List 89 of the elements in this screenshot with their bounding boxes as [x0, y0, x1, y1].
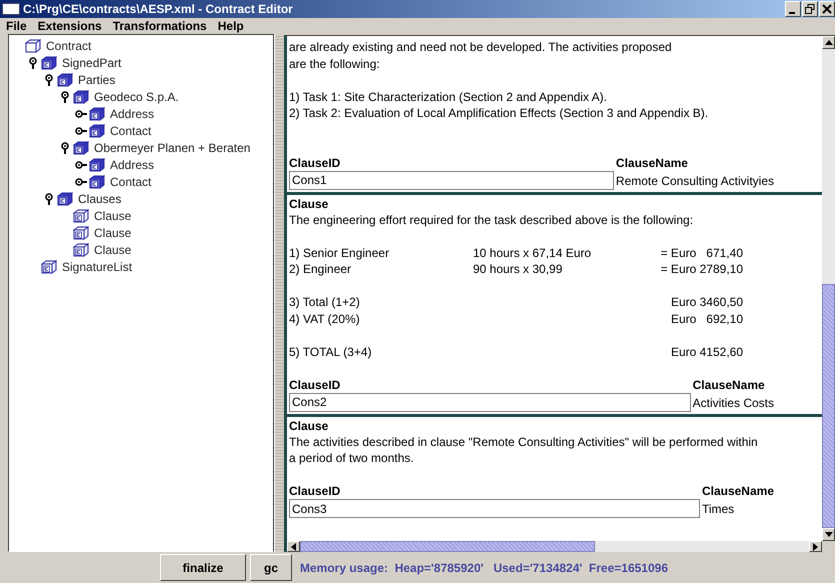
element-cube-icon: [73, 140, 89, 154]
clause-name-text: Remote Consulting Activityies: [616, 172, 774, 190]
cost-cell-text: Euro 692,10: [670, 310, 743, 327]
maximize-button[interactable]: [802, 1, 818, 17]
field-label: ClauseName: [616, 154, 689, 170]
tree-item[interactable]: Clause: [94, 226, 132, 240]
clause-text: are already existing and need not be developed. The activities proposed are the following:: [289, 39, 673, 72]
cost-cell-text: 10 hours x 67,14 Euro: [473, 244, 592, 261]
cost-cell-text: = Euro 671,40: [660, 244, 743, 261]
tree-item[interactable]: Contact: [110, 124, 152, 138]
clause-text: The engineering effort required for the task described above is the following:: [289, 212, 694, 228]
element-cube-icon: [89, 158, 105, 172]
menu-item[interactable]: Help: [218, 19, 244, 33]
element-cube-icon: [73, 242, 89, 256]
tree-item[interactable]: Clauses: [78, 192, 122, 206]
cost-cell-text: Euro 4152,60: [670, 344, 743, 360]
clause-text: 1) Task 1: Site Characterization (Section 2 and Appendix A).: [289, 88, 608, 105]
cost-cell-text: 3) Total (1+2): [289, 294, 361, 310]
element-cube-icon: [57, 192, 73, 206]
field-label: ClauseName: [692, 376, 766, 392]
element-cube-icon: [57, 72, 73, 86]
cost-cell-text: 2) Engineer: [289, 261, 352, 278]
clause-name-text: Activities Costs: [692, 394, 774, 412]
cost-cell-text: Euro 3460,50: [670, 294, 743, 310]
field-label: ClauseID: [289, 483, 342, 499]
element-cube-icon: [89, 174, 105, 188]
expanded-handle-icon[interactable]: [43, 74, 55, 86]
close-icon: [821, 3, 833, 15]
collapsed-handle-icon[interactable]: [75, 124, 87, 136]
left-arrow-icon[interactable]: [291, 542, 296, 550]
tree-item[interactable]: Clause: [94, 208, 132, 222]
field-label: ClauseName: [702, 483, 774, 499]
clause-text: 2) Task 2: Evaluation of Local Amplification Effects (Section 3 and Appendix B).: [289, 105, 710, 122]
action-button[interactable]: finalize: [160, 554, 246, 581]
cost-cell-text: 90 hours x 30,99: [473, 261, 564, 278]
collapsed-handle-icon[interactable]: [75, 158, 87, 170]
expanded-handle-icon[interactable]: [27, 56, 39, 68]
tree-item[interactable]: SignatureList: [62, 260, 132, 274]
memory-status: Memory usage: Heap='8785920' Used='7134824' Free=1651096: [300, 560, 668, 574]
expanded-handle-icon[interactable]: [59, 90, 71, 102]
tree-item[interactable]: Address: [110, 106, 154, 120]
action-button[interactable]: gc: [250, 554, 292, 581]
tree-item[interactable]: Geodeco S.p.A.: [94, 90, 179, 104]
clause-id-field[interactable]: Cons3: [289, 499, 700, 518]
clause-name-text: Times: [702, 501, 736, 518]
element-cube-icon: [89, 106, 105, 120]
cost-cell-text: = Euro 2789,10: [660, 261, 743, 278]
tree-item[interactable]: Contact: [110, 174, 152, 188]
element-cube-icon: [73, 90, 89, 104]
expanded-handle-icon[interactable]: [59, 142, 71, 154]
collapsed-handle-icon[interactable]: [75, 108, 87, 120]
menu-item[interactable]: File: [6, 19, 27, 33]
clause-text: The activities described in clause "Remote Consulting Activities" will be performed within a period of two months.: [289, 434, 759, 466]
menu-item[interactable]: Transformations: [112, 19, 207, 33]
menu-item[interactable]: Extensions: [38, 19, 102, 33]
tree-item[interactable]: Address: [110, 158, 154, 172]
close-button[interactable]: [819, 1, 835, 17]
cost-cell-text: 5) TOTAL (3+4): [289, 344, 373, 360]
restore-icon: [804, 3, 816, 15]
field-label: ClauseID: [289, 154, 342, 170]
element-cube-icon: [89, 124, 105, 138]
minimize-icon: [789, 12, 795, 14]
element-cube-icon: [41, 260, 57, 274]
down-arrow-icon[interactable]: [824, 532, 832, 537]
collapsed-handle-icon[interactable]: [75, 176, 87, 188]
tree-item[interactable]: SignedPart: [62, 56, 122, 70]
element-cube-icon: [73, 208, 89, 222]
cost-cell-text: 1) Senior Engineer: [289, 244, 390, 261]
tree-item[interactable]: Obermeyer Planen + Beraten: [94, 140, 250, 154]
element-cube-icon: [41, 56, 57, 70]
expanded-handle-icon[interactable]: [43, 192, 55, 204]
clause-heading: Clause: [289, 196, 330, 212]
window-title: C:\Prg\CE\contracts\AESP.xml - Contract Editor: [23, 2, 294, 16]
tree-item[interactable]: Contract: [46, 38, 92, 52]
tree-item[interactable]: Parties: [78, 72, 116, 86]
tree-item[interactable]: Clause: [94, 242, 132, 256]
right-arrow-icon[interactable]: [813, 542, 818, 550]
app-icon: [2, 3, 20, 15]
up-arrow-icon[interactable]: [824, 40, 832, 45]
field-label: ClauseID: [289, 376, 342, 392]
cube-icon: [25, 38, 41, 52]
element-cube-icon: [73, 226, 89, 240]
clause-id-field[interactable]: Cons1: [289, 170, 614, 190]
vertical-scrollbar[interactable]: [822, 36, 835, 541]
clause-heading: Clause: [289, 418, 330, 434]
minimize-button[interactable]: [785, 1, 801, 17]
horizontal-scrollbar[interactable]: [284, 541, 822, 552]
cost-cell-text: 4) VAT (20%): [289, 310, 361, 327]
clause-id-field[interactable]: Cons2: [289, 392, 691, 412]
